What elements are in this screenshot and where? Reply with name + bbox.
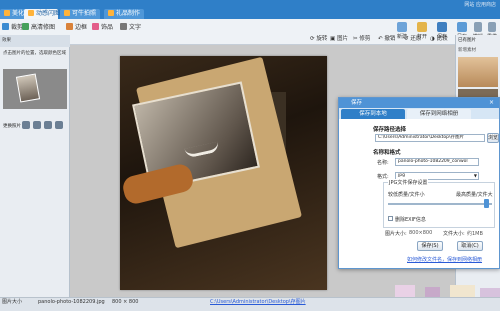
left-panel-header: 效果: [0, 35, 70, 47]
preview-portrait: [15, 73, 41, 103]
left-panel-tools: [22, 121, 67, 130]
tab-animated[interactable]: 动感闪图: [24, 9, 60, 19]
open-folder-icon: [417, 22, 427, 32]
rotate-left-icon[interactable]: [44, 121, 52, 129]
strip-undo-button[interactable]: ↶ 撤销: [378, 34, 395, 44]
edit-strip: ⟳ 旋转 ▣ 图片 ✂ 修剪 ↶ 撤销 ↺ 还原 ◑ 比较: [120, 34, 455, 44]
image-button[interactable]: ▣ 图片: [330, 34, 348, 44]
save-dialog: 保存 × 保存到本地 保存到网络相册 保存路径选择 C:\Users\Admin…: [338, 97, 500, 269]
tab-save-online[interactable]: 保存到网络相册: [407, 109, 471, 119]
chevron-down-icon: ▼: [473, 173, 477, 178]
dialog-save-button[interactable]: 保存(S): [417, 241, 443, 251]
quality-min-label: 较低质量/文件小: [388, 192, 425, 198]
window-title: 网站 应用商店: [464, 2, 496, 8]
gift-icon: [108, 10, 114, 16]
dialog-title: 保存: [339, 98, 499, 108]
tab-save-local[interactable]: 保存到本地: [341, 109, 405, 119]
quality-max-label: 最高质量/文件大: [456, 192, 493, 198]
status-file-name: panolo-photo-1082209.jpg: [38, 299, 105, 305]
text-icon: [120, 23, 127, 30]
jpg-settings-group: JPG文件保存设置 较低质量/文件小 最高质量/文件大 删除EXIF信息: [383, 179, 495, 228]
quality-slider[interactable]: [388, 203, 492, 205]
file-size-label: 文件大小:: [443, 231, 465, 237]
tab-gift[interactable]: 礼品制作: [104, 9, 144, 19]
trim-button[interactable]: ✂ 修剪: [353, 34, 370, 44]
status-image-size: 图片大小: [2, 299, 23, 305]
dialog-tabs: 保存到本地 保存到网络相册: [339, 108, 499, 119]
rotate-right-icon[interactable]: [55, 121, 63, 129]
frame-icon: [66, 23, 73, 30]
format-label: 格式:: [377, 174, 389, 180]
undo-icon: [474, 22, 482, 32]
camera-icon: [64, 10, 70, 16]
tool-decoration[interactable]: 饰品: [92, 23, 113, 33]
strip-exif-checkbox[interactable]: [388, 216, 393, 221]
close-icon[interactable]: ×: [489, 99, 494, 106]
file-name-field[interactable]: panolo-photo-1082209_conwol: [395, 158, 479, 166]
decoration-icon: [92, 23, 99, 30]
flip-icon[interactable]: [22, 121, 30, 129]
tool-frame[interactable]: 边框: [66, 23, 87, 33]
tool-hd-retouch[interactable]: 高清修图: [22, 23, 55, 33]
file-size-value: 约1MB: [467, 231, 483, 237]
retouch-icon: [22, 23, 29, 30]
new-icon: [397, 22, 407, 32]
tool-text[interactable]: 文字: [120, 23, 141, 33]
redo-icon: [488, 22, 496, 32]
right-panel-header: 已有图片: [458, 38, 476, 43]
animation-icon: [28, 10, 34, 16]
tab-camera[interactable]: 可牛拍照: [60, 9, 100, 19]
preview-thumbnail[interactable]: [3, 69, 67, 109]
left-panel: 效果 点击图片的位置，选取颜色区域 更换照片: [0, 35, 70, 297]
top-tab-bar: 美化编辑 动感闪图 可牛拍照 礼品制作 网站 应用商店: [0, 0, 500, 19]
dialog-cancel-button[interactable]: 取消(C): [457, 241, 483, 251]
material-thumbnail[interactable]: [458, 57, 498, 87]
mirror-icon[interactable]: [33, 121, 41, 129]
change-photo-label: 更换照片: [3, 124, 21, 129]
compare-button[interactable]: ◑ 比较: [430, 34, 448, 44]
image-size-label: 图片大小:: [385, 231, 407, 237]
left-panel-hint: 点击图片的位置，选取颜色区域: [3, 51, 66, 56]
save-path-field[interactable]: C:\Users\Administrator\Desktop\存图片: [375, 134, 485, 142]
help-link[interactable]: 如何修改文件名，保存到网络相册: [407, 256, 482, 263]
tool-crop[interactable]: 裁剪: [2, 23, 23, 33]
name-section-title: 名称和格式: [373, 150, 401, 156]
status-dimensions: 800 × 800: [112, 299, 139, 305]
save-as-icon: [457, 22, 467, 32]
jpg-settings-title: JPG文件保存设置: [388, 179, 429, 186]
status-path-link[interactable]: C:\Users\Administrator\Desktop\存图片: [210, 298, 306, 306]
edit-icon: [4, 10, 10, 16]
path-section-title: 保存路径选择: [373, 127, 407, 133]
render-glitch-strip: [395, 285, 500, 297]
portrait-smile: [184, 141, 220, 159]
status-bar: 图片大小 panolo-photo-1082209.jpg 800 × 800 …: [0, 297, 500, 311]
browse-button[interactable]: 浏览: [487, 133, 499, 143]
strip-exif-label: 删除EXIF信息: [395, 217, 426, 223]
name-label: 名称:: [377, 160, 389, 166]
save-icon: [437, 22, 447, 32]
crop-icon: [2, 23, 9, 30]
rotate-button[interactable]: ⟳ 旋转: [310, 34, 327, 44]
restore-button[interactable]: ↺ 还原: [404, 34, 421, 44]
image-size-value: 800×800: [409, 230, 433, 236]
quality-slider-handle[interactable]: [484, 199, 489, 208]
right-panel-label: 新增素材: [458, 48, 476, 53]
